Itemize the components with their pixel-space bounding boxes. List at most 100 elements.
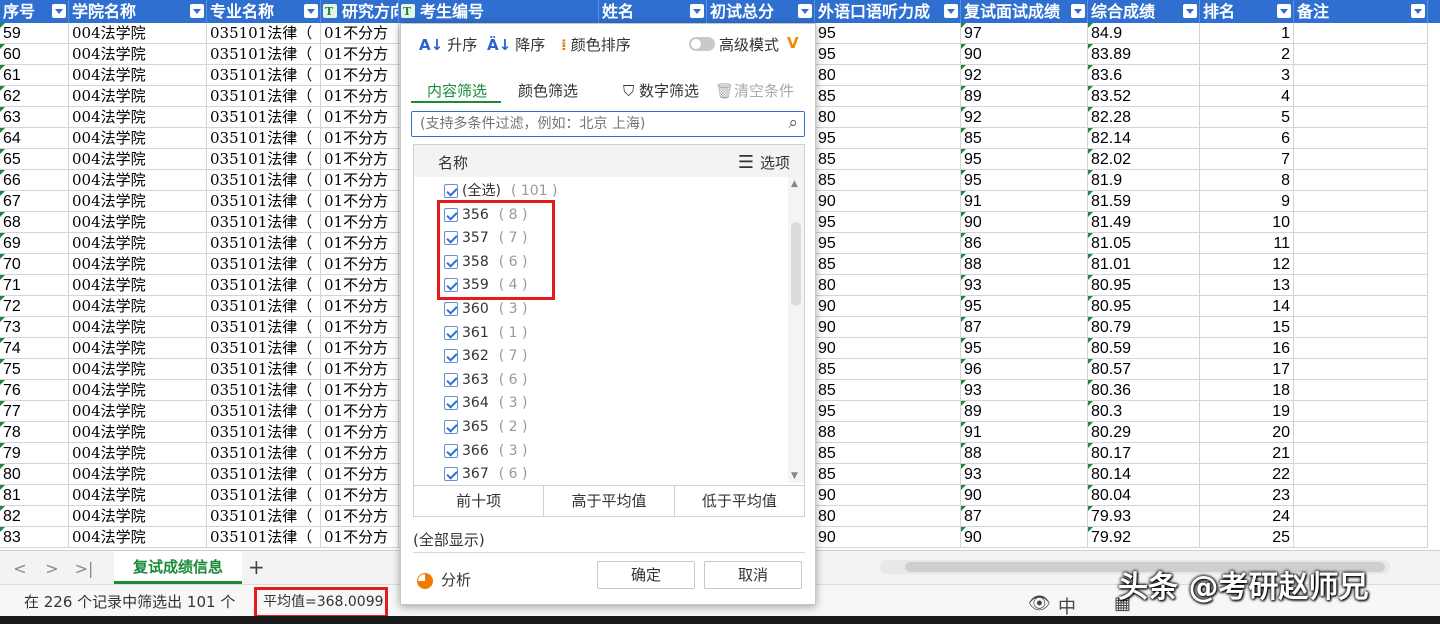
table-cell[interactable]: 79.93 xyxy=(1088,506,1200,527)
filter-value-item[interactable]: 364 ( 3 ) xyxy=(444,393,527,417)
table-cell[interactable]: 15 xyxy=(1200,317,1294,338)
table-cell[interactable] xyxy=(1294,86,1428,107)
table-cell[interactable]: 20 xyxy=(1200,422,1294,443)
filter-dropdown-icon[interactable] xyxy=(798,4,812,18)
table-cell[interactable]: 18 xyxy=(1200,380,1294,401)
table-cell[interactable]: 035101法律（ xyxy=(207,191,321,212)
table-cell[interactable]: 01不分方 xyxy=(321,191,399,212)
table-cell[interactable]: 95 xyxy=(961,338,1088,359)
table-cell[interactable]: 83.52 xyxy=(1088,86,1200,107)
filter-value-item[interactable]: 365 ( 2 ) xyxy=(444,417,527,441)
filter-dropdown-icon[interactable] xyxy=(1071,4,1085,18)
table-cell[interactable]: 69 xyxy=(0,233,69,254)
table-cell[interactable]: 96 xyxy=(961,359,1088,380)
filter-dropdown-icon[interactable] xyxy=(944,4,958,18)
table-cell[interactable] xyxy=(1294,275,1428,296)
table-cell[interactable]: 90 xyxy=(961,485,1088,506)
table-cell[interactable]: 86 xyxy=(961,233,1088,254)
sort-asc-button[interactable]: A↓ 升序 xyxy=(419,34,477,55)
table-cell[interactable] xyxy=(1294,506,1428,527)
table-cell[interactable]: 22 xyxy=(1200,464,1294,485)
column-header[interactable]: 备注 xyxy=(1294,0,1428,23)
table-cell[interactable]: 77 xyxy=(0,401,69,422)
table-cell[interactable]: 68 xyxy=(0,212,69,233)
checkbox-checked-icon[interactable] xyxy=(444,302,458,316)
table-cell[interactable]: 01不分方 xyxy=(321,359,399,380)
filter-value-item[interactable]: 361 ( 1 ) xyxy=(444,323,527,347)
table-cell[interactable]: 01不分方 xyxy=(321,422,399,443)
table-cell[interactable]: 6 xyxy=(1200,128,1294,149)
search-input[interactable] xyxy=(412,112,762,136)
table-cell[interactable] xyxy=(1294,359,1428,380)
column-header[interactable]: 专业名称 xyxy=(207,0,321,23)
table-cell[interactable]: 23 xyxy=(1200,485,1294,506)
table-cell[interactable]: 63 xyxy=(0,107,69,128)
column-header[interactable]: 外语口语听力成 xyxy=(815,0,961,23)
table-cell[interactable]: 01不分方 xyxy=(321,506,399,527)
above-average-button[interactable]: 高于平均值 xyxy=(544,486,675,516)
cancel-button[interactable]: 取消 xyxy=(704,561,802,589)
table-cell[interactable]: 75 xyxy=(0,359,69,380)
table-cell[interactable]: 035101法律（ xyxy=(207,44,321,65)
table-cell[interactable]: 92 xyxy=(961,65,1088,86)
filter-value-item[interactable]: 363 ( 6 ) xyxy=(444,370,527,394)
table-cell[interactable]: 035101法律（ xyxy=(207,212,321,233)
table-cell[interactable]: 004法学院 xyxy=(69,464,207,485)
table-cell[interactable]: 88 xyxy=(961,443,1088,464)
table-cell[interactable]: 74 xyxy=(0,338,69,359)
table-cell[interactable] xyxy=(1294,422,1428,443)
table-cell[interactable]: 91 xyxy=(961,191,1088,212)
table-cell[interactable] xyxy=(1294,317,1428,338)
table-cell[interactable]: 004法学院 xyxy=(69,254,207,275)
table-cell[interactable]: 80.04 xyxy=(1088,485,1200,506)
table-cell[interactable]: 85 xyxy=(815,380,961,401)
table-cell[interactable]: 88 xyxy=(815,422,961,443)
table-cell[interactable] xyxy=(1294,401,1428,422)
checkbox-checked-icon[interactable] xyxy=(444,420,458,434)
table-cell[interactable]: 035101法律（ xyxy=(207,107,321,128)
table-cell[interactable]: 004法学院 xyxy=(69,401,207,422)
table-cell[interactable]: 95 xyxy=(961,149,1088,170)
table-cell[interactable]: 16 xyxy=(1200,338,1294,359)
filter-dropdown-icon[interactable] xyxy=(690,4,704,18)
table-cell[interactable]: 035101法律（ xyxy=(207,317,321,338)
list-scroll-thumb[interactable] xyxy=(791,222,801,306)
table-cell[interactable]: 70 xyxy=(0,254,69,275)
table-cell[interactable]: 80.59 xyxy=(1088,338,1200,359)
table-cell[interactable]: 004法学院 xyxy=(69,107,207,128)
table-cell[interactable]: 13 xyxy=(1200,275,1294,296)
table-cell[interactable]: 01不分方 xyxy=(321,233,399,254)
table-cell[interactable]: 80 xyxy=(815,65,961,86)
table-cell[interactable]: 87 xyxy=(961,506,1088,527)
table-cell[interactable] xyxy=(1294,338,1428,359)
below-average-button[interactable]: 低于平均值 xyxy=(675,486,804,516)
table-cell[interactable] xyxy=(1294,65,1428,86)
table-cell[interactable]: 5 xyxy=(1200,107,1294,128)
table-cell[interactable]: 035101法律（ xyxy=(207,86,321,107)
table-cell[interactable]: 85 xyxy=(961,128,1088,149)
table-cell[interactable]: 01不分方 xyxy=(321,23,399,44)
first-sheet-icon[interactable]: < xyxy=(10,559,30,578)
table-cell[interactable]: 01不分方 xyxy=(321,296,399,317)
table-cell[interactable]: 81.01 xyxy=(1088,254,1200,275)
table-cell[interactable]: 80.17 xyxy=(1088,443,1200,464)
table-cell[interactable]: 24 xyxy=(1200,506,1294,527)
table-cell[interactable]: 035101法律（ xyxy=(207,485,321,506)
table-cell[interactable] xyxy=(1294,254,1428,275)
color-sort-button[interactable]: ⁞ 颜色排序 xyxy=(561,34,631,55)
table-cell[interactable]: 01不分方 xyxy=(321,317,399,338)
table-cell[interactable]: 80.95 xyxy=(1088,296,1200,317)
table-cell[interactable]: 035101法律（ xyxy=(207,401,321,422)
search-icon[interactable]: ⌕ xyxy=(788,113,798,133)
show-all-link[interactable]: (全部显示) xyxy=(413,529,485,550)
checkbox-checked-icon[interactable] xyxy=(444,396,458,411)
table-cell[interactable]: 004法学院 xyxy=(69,443,207,464)
table-cell[interactable]: 12 xyxy=(1200,254,1294,275)
column-header[interactable]: 研究方向 xyxy=(321,0,399,23)
table-cell[interactable]: 01不分方 xyxy=(321,338,399,359)
table-cell[interactable] xyxy=(1294,464,1428,485)
table-cell[interactable]: 82.28 xyxy=(1088,107,1200,128)
clear-filter-button[interactable]: 🗑清空条件 xyxy=(715,80,794,101)
filter-dropdown-icon[interactable] xyxy=(52,4,66,18)
table-cell[interactable]: 004法学院 xyxy=(69,296,207,317)
